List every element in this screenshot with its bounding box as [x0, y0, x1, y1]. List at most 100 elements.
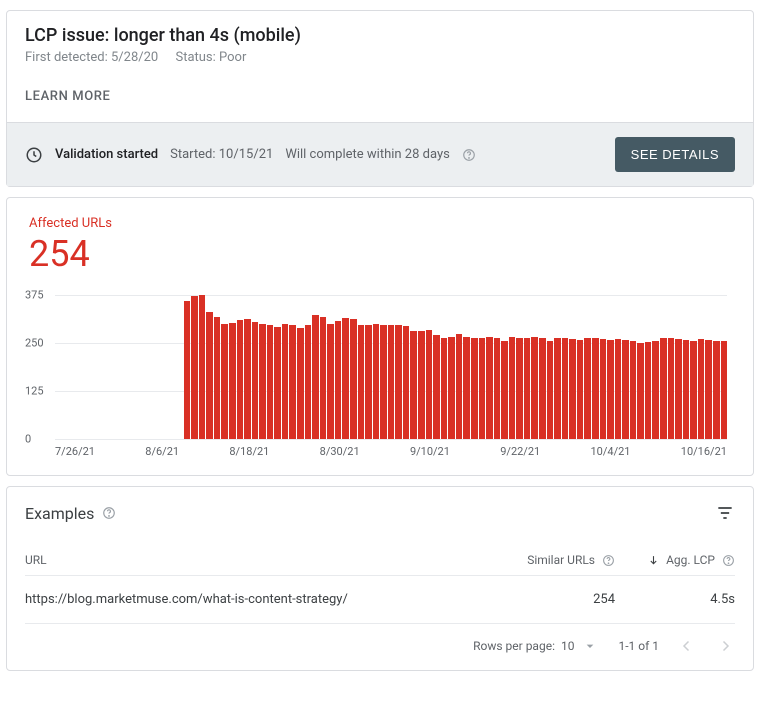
chart-bar [252, 322, 259, 439]
chart-bar [501, 341, 508, 439]
first-detected: First detected: 5/28/20 [25, 50, 158, 65]
chart-bar [463, 337, 470, 439]
chart-bar [335, 321, 342, 439]
issue-title: LCP issue: longer than 4s (mobile) [25, 25, 735, 46]
cell-agg: 4.5s [615, 592, 735, 607]
examples-card: Examples URL Similar URLs [6, 486, 754, 671]
chart-bar [637, 343, 644, 439]
help-icon[interactable] [601, 553, 615, 567]
rows-per-page-label: Rows per page: [473, 639, 555, 653]
chart-bar [410, 331, 417, 439]
chart-bar [660, 338, 667, 439]
chart-bar [259, 324, 266, 439]
chart-bar [645, 342, 652, 439]
help-icon[interactable] [721, 553, 735, 567]
col-url[interactable]: URL [25, 553, 485, 567]
chart-bar [668, 338, 675, 439]
col-similar[interactable]: Similar URLs [485, 553, 615, 567]
chart-bar [524, 338, 531, 439]
chart-bar [675, 339, 682, 439]
chart-bar [531, 337, 538, 439]
col-agg-lcp[interactable]: Agg. LCP [615, 553, 735, 567]
chart-bar [380, 325, 387, 439]
help-icon[interactable] [462, 148, 476, 162]
chart-bar [592, 338, 599, 439]
next-page-button[interactable] [715, 636, 735, 656]
chart-bar [433, 335, 440, 439]
chart-bar [312, 315, 319, 439]
affected-urls-card: Affected URLs 254 0125250375 7/26/218/6/… [6, 197, 754, 476]
affected-urls-chart: 0125250375 7/26/218/6/218/18/218/30/219/… [55, 295, 727, 465]
chart-bar [569, 339, 576, 439]
examples-title: Examples [25, 504, 94, 523]
rows-per-page-value: 10 [561, 639, 575, 653]
chart-bar [630, 341, 637, 439]
filter-icon[interactable] [715, 503, 735, 523]
chart-bar [403, 326, 410, 439]
chart-bar [698, 339, 705, 439]
affected-count: 254 [29, 233, 731, 275]
x-tick: 9/22/21 [500, 445, 540, 465]
chart-bar [652, 341, 659, 439]
validation-started: Started: 10/15/21 [170, 147, 273, 162]
chart-bar [221, 324, 228, 439]
table-header-row: URL Similar URLs Agg. LCP [25, 545, 735, 576]
x-tick: 10/16/21 [681, 445, 727, 465]
chart-bar [562, 338, 569, 439]
chart-bar [214, 317, 221, 439]
x-tick: 8/30/21 [320, 445, 360, 465]
chart-bar [713, 341, 720, 439]
chart-bar [388, 325, 395, 439]
issue-header-card: LCP issue: longer than 4s (mobile) First… [6, 10, 754, 187]
x-tick: 7/26/21 [55, 445, 95, 465]
chart-bar [705, 340, 712, 439]
learn-more-link[interactable]: LEARN MORE [25, 89, 110, 104]
chart-bar [244, 319, 251, 439]
chart-bar [494, 338, 501, 439]
chart-bar [282, 324, 289, 439]
chart-bar [600, 339, 607, 439]
chart-bar [554, 338, 561, 439]
chart-bar [622, 340, 629, 439]
cell-url: https://blog.marketmuse.com/what-is-cont… [25, 592, 485, 607]
see-details-button[interactable]: SEE DETAILS [615, 137, 735, 172]
sort-down-icon [647, 554, 660, 567]
chart-bar [426, 330, 433, 439]
chart-bar [373, 324, 380, 439]
validation-complete: Will complete within 28 days [285, 147, 450, 162]
cell-similar: 254 [485, 592, 615, 607]
chart-bar [456, 334, 463, 439]
chart-bar [395, 325, 402, 439]
chart-bar [584, 338, 591, 439]
page-range: 1-1 of 1 [618, 639, 659, 653]
chart-bar [199, 295, 206, 439]
help-icon[interactable] [102, 506, 116, 520]
chart-bar [365, 325, 372, 439]
table-pager: Rows per page: 10 1-1 of 1 [25, 624, 735, 660]
chart-bar [191, 296, 198, 439]
chart-bar [206, 312, 213, 439]
chart-bar [418, 331, 425, 439]
validation-status-bar: Validation started Started: 10/15/21 Wil… [7, 122, 753, 186]
chart-bar [471, 338, 478, 439]
chart-bar [274, 327, 281, 439]
chart-bar [441, 338, 448, 439]
x-tick: 9/10/21 [410, 445, 450, 465]
chart-bar [683, 340, 690, 439]
chart-bar [320, 317, 327, 439]
chart-bar [305, 325, 312, 439]
rows-per-page-select[interactable] [580, 636, 600, 656]
chart-bar [289, 325, 296, 439]
chart-bar [607, 340, 614, 439]
table-row[interactable]: https://blog.marketmuse.com/what-is-cont… [25, 576, 735, 624]
chart-bar [577, 340, 584, 439]
examples-table: URL Similar URLs Agg. LCP [25, 545, 735, 660]
chart-bar [350, 319, 357, 439]
chart-bar [516, 338, 523, 439]
validation-headline: Validation started [55, 147, 158, 162]
prev-page-button[interactable] [677, 636, 697, 656]
chart-bar [547, 341, 554, 439]
clock-icon [25, 146, 43, 164]
chart-bar [297, 328, 304, 439]
chart-bar [448, 337, 455, 439]
